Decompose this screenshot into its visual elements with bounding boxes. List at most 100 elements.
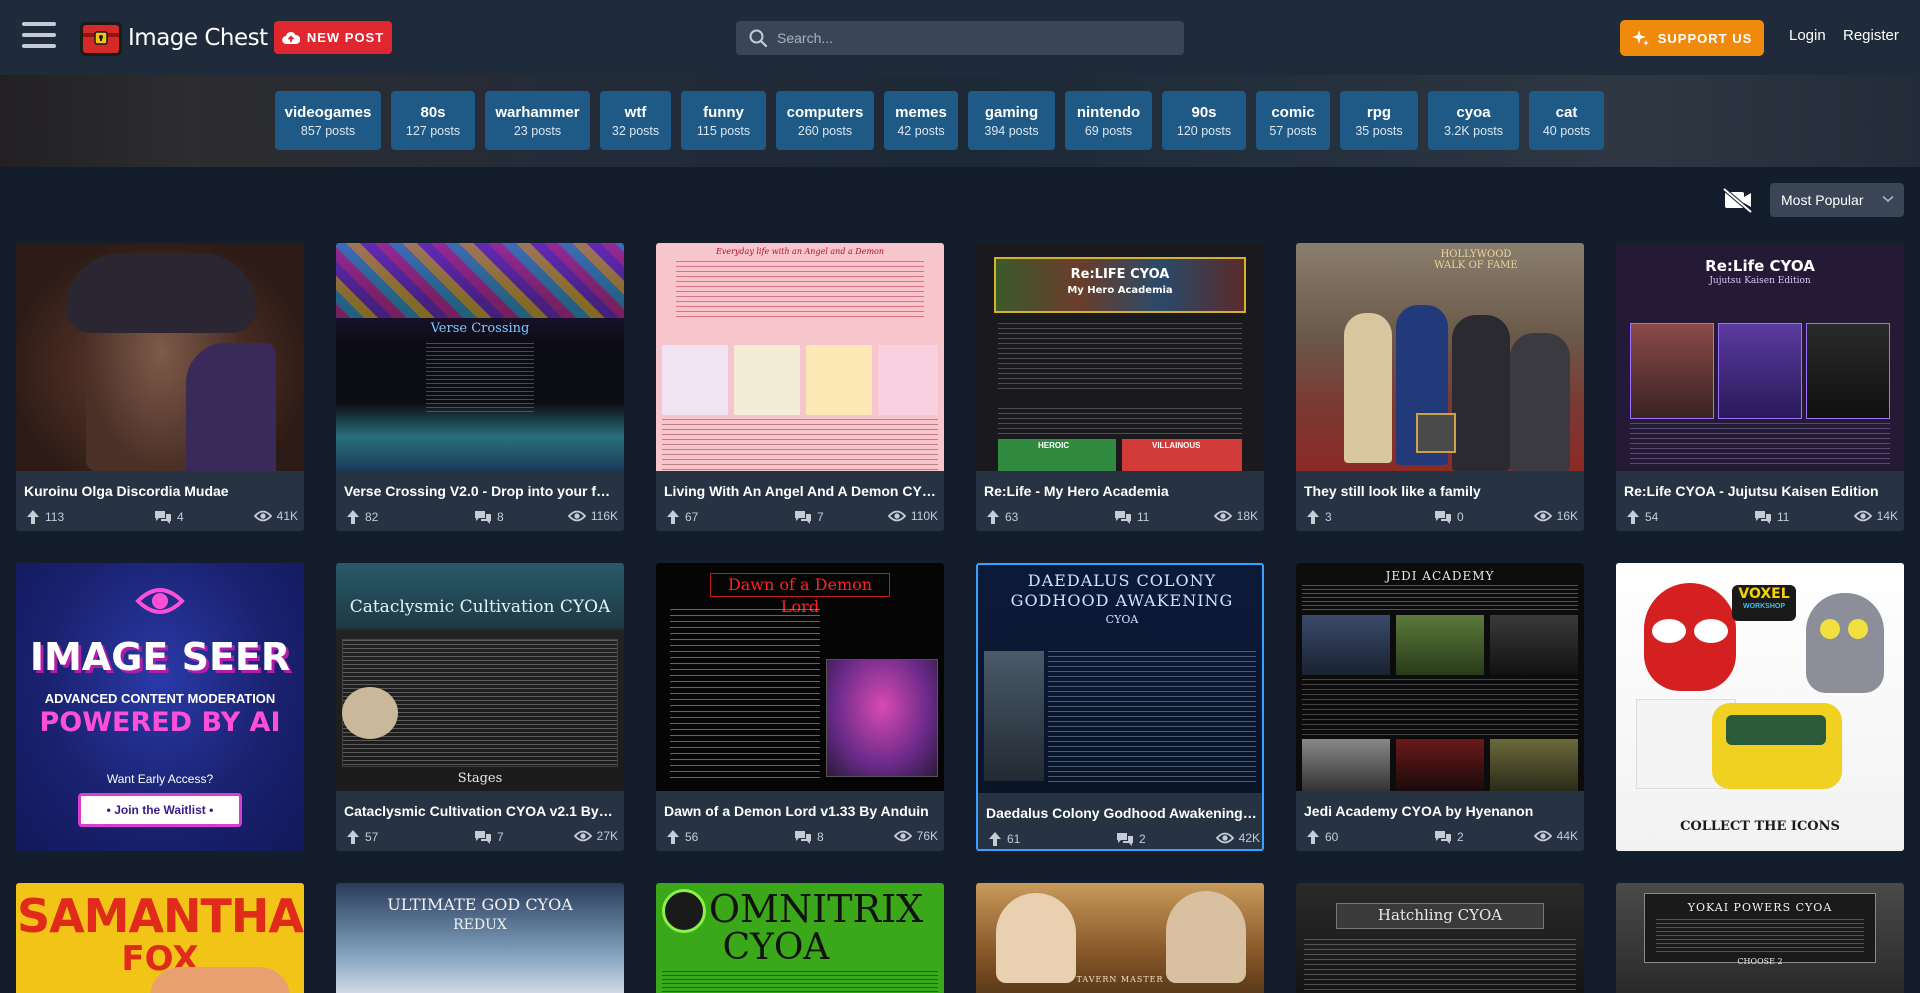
post-title: Kuroinu Olga Discordia Mudae <box>24 483 229 499</box>
new-post-button[interactable]: NEW POST <box>274 21 392 54</box>
tag-videogames[interactable]: videogames 857 posts <box>275 91 381 150</box>
post-card[interactable]: OMNITRIX CYOA <box>656 883 944 993</box>
view-stat: 110K <box>888 509 938 523</box>
post-card[interactable]: Dawn of a Demon Lord Dawn of a Demon Lor… <box>656 563 944 851</box>
post-card[interactable]: HOLLYWOOD WALK OF FAME They still look l… <box>1296 243 1584 531</box>
sort-dropdown[interactable]: Most Popular <box>1770 183 1904 217</box>
tag-cyoa[interactable]: cyoa 3.2K posts <box>1428 91 1519 150</box>
post-card[interactable]: Re:Life CYOA Jujutsu Kaisen Edition Re:L… <box>1616 243 1904 531</box>
comments-icon <box>1114 509 1132 525</box>
comment-stat: 11 <box>1754 509 1789 525</box>
post-card[interactable]: Hatchling CYOA <box>1296 883 1584 993</box>
join-waitlist-button[interactable]: • Join the Waitlist • <box>78 793 242 827</box>
view-count: 18K <box>1236 509 1258 523</box>
post-thumbnail <box>16 243 304 471</box>
view-count: 116K <box>590 509 618 523</box>
search-input[interactable] <box>777 30 1157 46</box>
menu-icon[interactable] <box>22 22 56 52</box>
upvote-stat[interactable]: 113 <box>26 509 64 525</box>
search-bar[interactable] <box>736 21 1184 55</box>
tag-name: rpg <box>1366 103 1392 121</box>
support-us-button[interactable]: SUPPORT US <box>1620 20 1764 56</box>
eye-icon <box>888 510 906 522</box>
tag-warhammer[interactable]: warhammer 23 posts <box>485 91 590 150</box>
tag-name: cyoa <box>1456 103 1491 121</box>
upvote-stat[interactable]: 82 <box>346 509 378 525</box>
post-card[interactable]: TAVERN MASTER <box>976 883 1264 993</box>
upvote-icon <box>1626 509 1640 525</box>
upvote-stat[interactable]: 3 <box>1306 509 1332 525</box>
upvote-icon <box>666 829 680 845</box>
post-card[interactable]: Kuroinu Olga Discordia Mudae 113 4 41K <box>16 243 304 531</box>
upvote-stat[interactable]: 56 <box>666 829 698 845</box>
tag-count: 42 posts <box>897 123 945 138</box>
tag-name: memes <box>895 103 947 121</box>
comment-stat: 0 <box>1434 509 1464 525</box>
post-thumbnail: HOLLYWOOD WALK OF FAME <box>1296 243 1584 471</box>
tag-rpg[interactable]: rpg 35 posts <box>1340 91 1418 150</box>
register-link[interactable]: Register <box>1843 27 1899 44</box>
upvote-count: 56 <box>685 830 699 844</box>
tag-nintendo[interactable]: nintendo 69 posts <box>1065 91 1152 150</box>
view-stat: 41K <box>254 509 298 523</box>
tag-count: 260 posts <box>797 123 853 138</box>
eye-icon <box>568 510 586 522</box>
eye-icon <box>254 510 272 522</box>
post-stats: 113 4 41K <box>24 509 298 525</box>
post-info: Living With An Angel And A Demon CYOA 67… <box>656 471 944 531</box>
thumb-text: VILLAINOUS <box>1152 441 1201 450</box>
site-logo[interactable]: Image Chest <box>78 17 268 59</box>
upvote-stat[interactable]: 63 <box>986 509 1018 525</box>
chest-logo-icon <box>78 18 124 58</box>
video-off-icon[interactable] <box>1722 186 1754 214</box>
comment-count: 7 <box>497 830 504 844</box>
post-card[interactable]: Cataclysmic Cultivation CYOA Stages Cata… <box>336 563 624 851</box>
tag-cat[interactable]: cat 40 posts <box>1529 91 1604 150</box>
post-card[interactable]: Re:LIFE CYOA My Hero Academia HEROIC VIL… <box>976 243 1264 531</box>
advertisement-card[interactable]: IMAGE SEER ADVANCED CONTENT MODERATION P… <box>16 563 304 851</box>
tag-memes[interactable]: memes 42 posts <box>884 91 958 150</box>
post-stats: 67 7 110K <box>664 509 938 525</box>
post-info: Jedi Academy CYOA by Hyenanon 60 2 44K <box>1296 791 1584 851</box>
advertisement-card[interactable]: VOXEL WORKSHOP COLLECT THE ICONS <box>1616 563 1904 851</box>
login-link[interactable]: Login <box>1789 27 1826 44</box>
tag-count: 40 posts <box>1542 123 1591 138</box>
post-card[interactable]: YOKAI POWERS CYOA CHOOSE 2 <box>1616 883 1904 993</box>
tag-count: 57 posts <box>1269 123 1317 138</box>
post-card[interactable]: Everyday life with an Angel and a Demon … <box>656 243 944 531</box>
view-count: 42K <box>1238 831 1260 845</box>
post-card[interactable]: ULTIMATE GOD CYOA REDUX <box>336 883 624 993</box>
upvote-stat[interactable]: 61 <box>988 831 1020 847</box>
post-title: Daedalus Colony Godhood Awakening CYOA <box>986 805 1258 821</box>
tag-comic[interactable]: comic 57 posts <box>1256 91 1330 150</box>
tag-90s[interactable]: 90s 120 posts <box>1162 91 1246 150</box>
tag-gaming[interactable]: gaming 394 posts <box>968 91 1055 150</box>
tag-count: 120 posts <box>1176 123 1232 138</box>
tag-computers[interactable]: computers 260 posts <box>776 91 874 150</box>
thumb-text: ULTIMATE GOD CYOA <box>387 895 573 914</box>
ad-banner: IMAGE SEER ADVANCED CONTENT MODERATION P… <box>16 563 304 851</box>
tag-80s[interactable]: 80s 127 posts <box>391 91 475 150</box>
view-count: 16K <box>1556 509 1578 523</box>
view-stat: 16K <box>1534 509 1578 523</box>
post-stats: 61 2 42K <box>986 831 1260 847</box>
post-info: Re:Life CYOA - Jujutsu Kaisen Edition 54… <box>1616 471 1904 531</box>
comment-stat: 2 <box>1434 829 1464 845</box>
upvote-stat[interactable]: 60 <box>1306 829 1338 845</box>
thumb-text: Everyday life with an Angel and a Demon <box>715 247 884 256</box>
view-count: 76K <box>916 829 938 843</box>
upvote-stat[interactable]: 54 <box>1626 509 1658 525</box>
voxel-caption: COLLECT THE ICONS <box>1680 819 1840 834</box>
upvote-stat[interactable]: 67 <box>666 509 698 525</box>
post-card[interactable]: SAMANTHA FOX <box>16 883 304 993</box>
upvote-count: 3 <box>1325 510 1332 524</box>
upvote-stat[interactable]: 57 <box>346 829 378 845</box>
post-card[interactable]: Verse Crossing Verse Crossing V2.0 - Dro… <box>336 243 624 531</box>
post-info: Re:Life - My Hero Academia 63 11 18K <box>976 471 1264 531</box>
post-card[interactable]: DAEDALUS COLONY GODHOOD AWAKENING CYOA D… <box>976 563 1264 851</box>
post-card[interactable]: JEDI ACADEMY Jedi Academy CYOA by Hyenan… <box>1296 563 1584 851</box>
voxel-logo: VOXEL WORKSHOP <box>1732 585 1796 621</box>
post-thumbnail: Everyday life with an Angel and a Demon <box>656 243 944 471</box>
tag-funny[interactable]: funny 115 posts <box>681 91 766 150</box>
tag-wtf[interactable]: wtf 32 posts <box>600 91 671 150</box>
